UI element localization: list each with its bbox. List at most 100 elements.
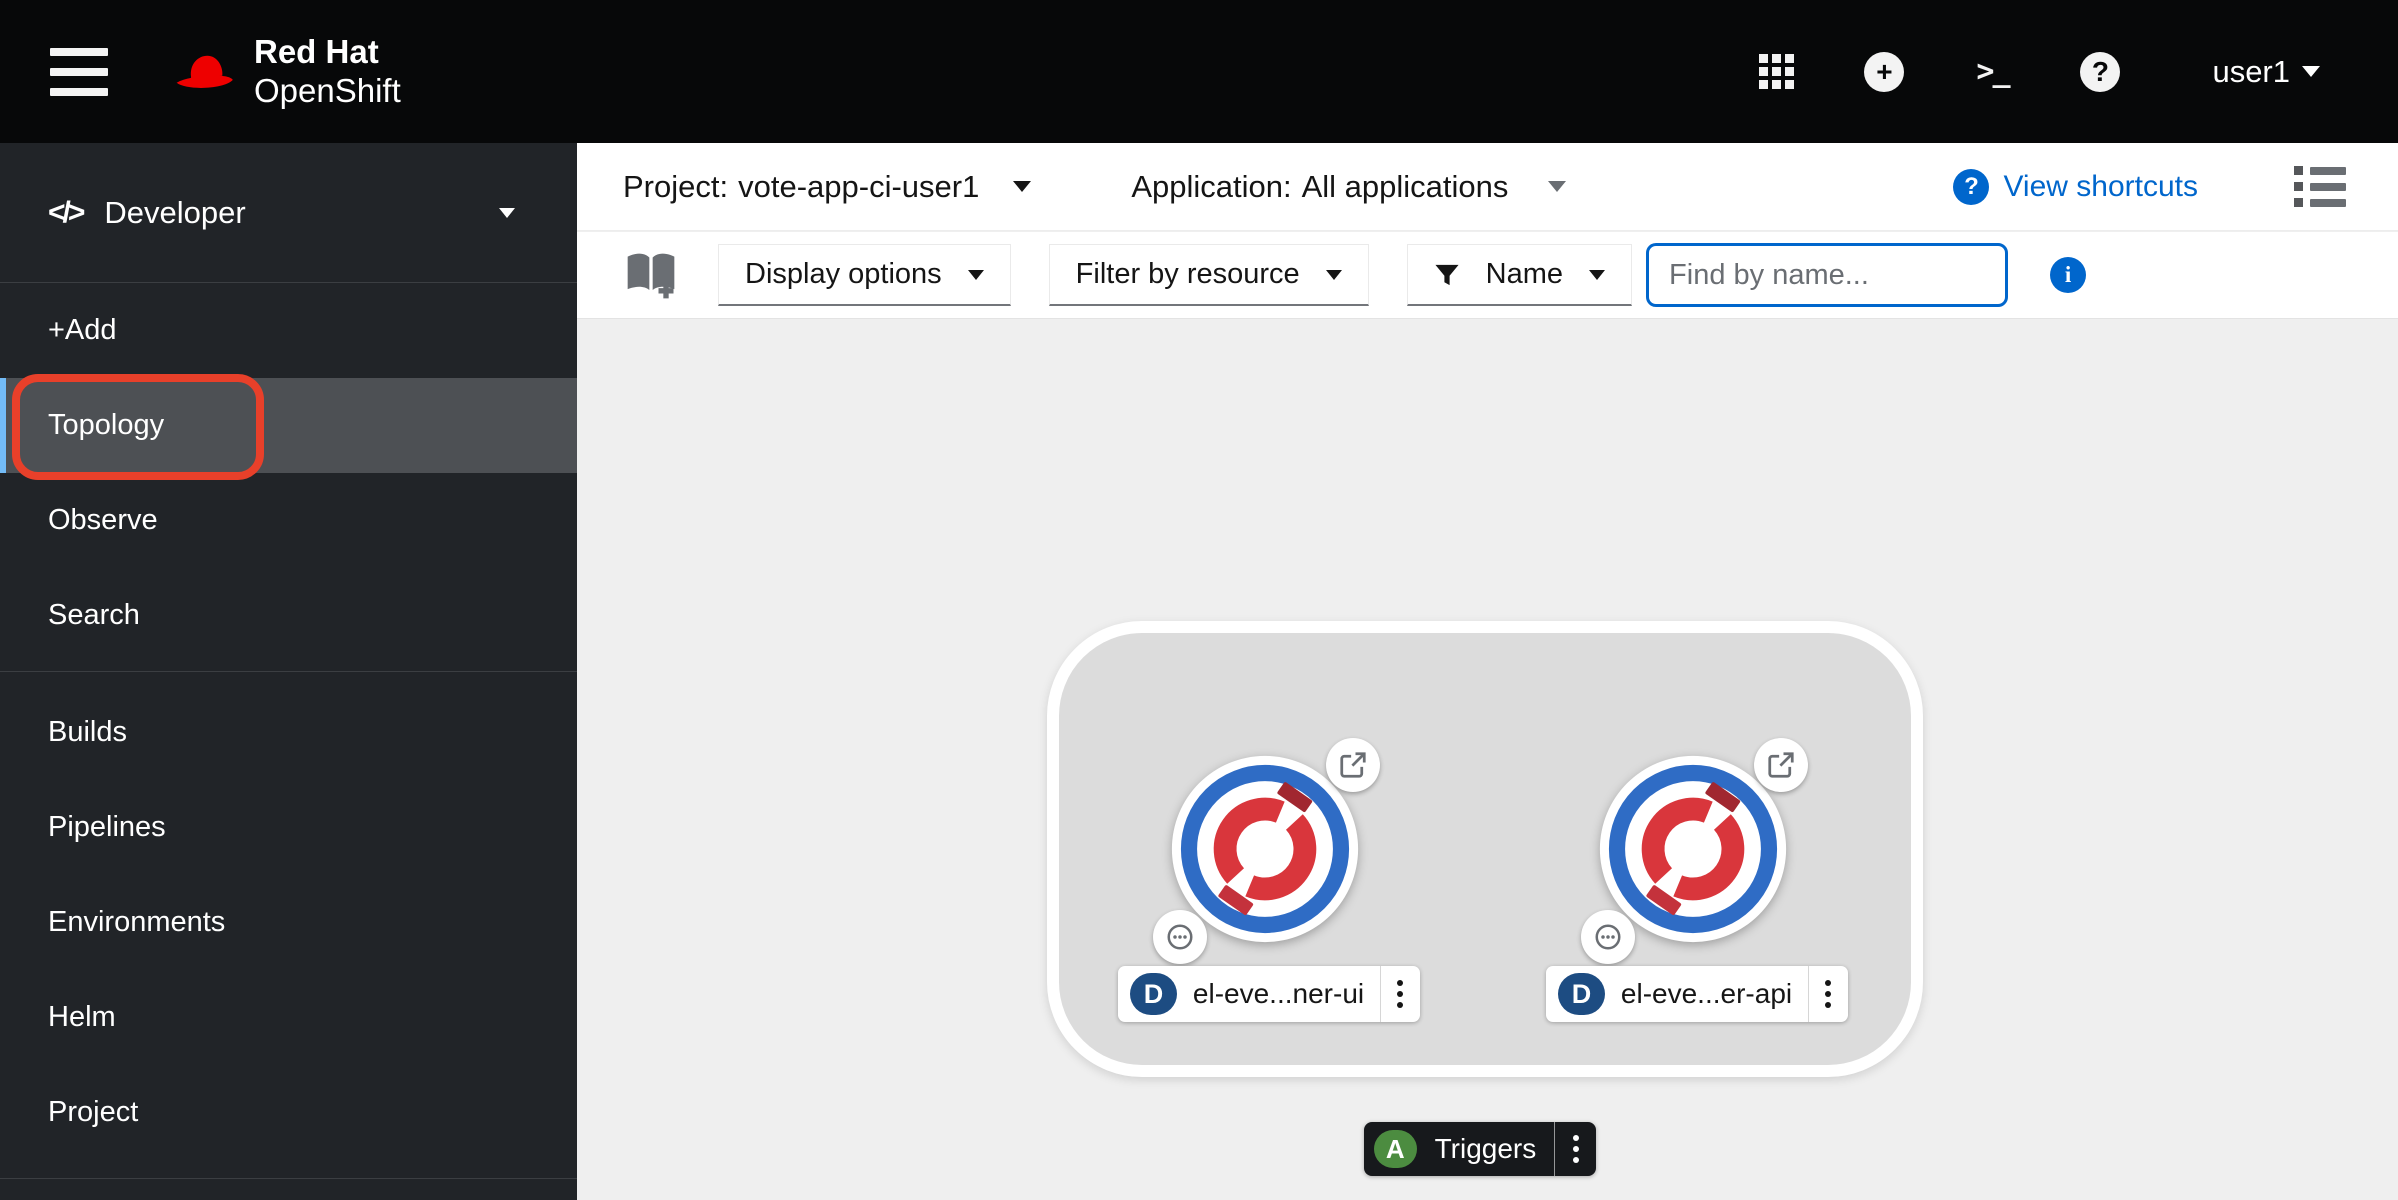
sidebar-nav-group-2: Builds Pipelines Environments Helm Proje…: [0, 685, 577, 1160]
project-dropdown[interactable]: Project: vote-app-ci-user1: [623, 168, 1032, 205]
kebab-menu[interactable]: [1555, 1135, 1596, 1163]
application-badge: A: [1374, 1130, 1417, 1168]
filter-funnel-icon: [1435, 264, 1459, 285]
terminal-icon: >_: [1976, 54, 2010, 89]
chevron-down-icon: [1589, 269, 1606, 280]
external-link-icon: [1768, 752, 1794, 778]
filter-type-dropdown[interactable]: Name: [1406, 244, 1633, 306]
application-dropdown[interactable]: Application: All applications: [1131, 168, 1567, 205]
user-menu[interactable]: user1: [2212, 54, 2320, 90]
sidebar-item-label: +Add: [48, 314, 117, 346]
external-link-icon: [1340, 752, 1366, 778]
masthead: Red Hat OpenShift + >_ ? user1: [0, 0, 2398, 143]
sidebar-item-label: Search: [48, 599, 140, 631]
add-circle-icon: +: [1864, 51, 1905, 92]
sidebar-item-label: Project: [48, 1096, 139, 1128]
sidebar-item-add[interactable]: +Add: [0, 283, 577, 378]
list-icon: [2294, 166, 2346, 175]
sidebar-item-label: Observe: [48, 504, 158, 536]
info-icon: i: [2050, 257, 2087, 293]
openshift-console: Red Hat OpenShift + >_ ? user1 </> Devel…: [0, 0, 2398, 1200]
project-value: vote-app-ci-user1: [738, 168, 980, 204]
sidebar-item-helm[interactable]: Helm: [0, 970, 577, 1065]
circled-ellipsis-icon: [1595, 924, 1621, 950]
kebab-menu[interactable]: [1381, 980, 1420, 1008]
open-url-decorator[interactable]: [1326, 738, 1380, 792]
context-bar: Project: vote-app-ci-user1 Application: …: [577, 143, 2398, 231]
sidebar-item-label: Builds: [48, 716, 127, 748]
developer-code-icon: </>: [48, 195, 85, 229]
apps-grid-icon: [1758, 54, 1794, 89]
topology-node-el-event-listener-ui[interactable]: D el-eve...ner-ui: [1118, 738, 1420, 1022]
application-group-label[interactable]: A Triggers: [1364, 1122, 1596, 1176]
node-name: el-eve...er-api: [1620, 978, 1793, 1009]
sidebar-divider: [0, 671, 577, 672]
sidebar: </> Developer +Add Topology Observe Sear…: [0, 143, 577, 1200]
brand-logo[interactable]: Red Hat OpenShift: [168, 33, 401, 110]
brand-name-bottom: OpenShift: [254, 71, 401, 109]
sidebar-item-label: Topology: [48, 409, 165, 441]
chevron-down-icon: [1325, 269, 1342, 280]
sidebar-item-topology[interactable]: Topology: [0, 378, 577, 473]
topology-node-el-event-listener-api[interactable]: D el-eve...er-api: [1546, 738, 1848, 1022]
masthead-actions: + >_ ? user1: [1752, 48, 2320, 96]
chevron-down-icon: [499, 207, 515, 218]
view-shortcuts-label: View shortcuts: [2003, 169, 2198, 203]
book-plus-icon: [627, 253, 675, 299]
application-value: All applications: [1301, 168, 1509, 204]
brand-name-top: Red Hat: [254, 32, 379, 70]
sidebar-item-label: Environments: [48, 906, 226, 938]
filter-by-resource-dropdown[interactable]: Filter by resource: [1048, 244, 1369, 306]
node-name: el-eve...ner-ui: [1192, 978, 1365, 1009]
circled-ellipsis-icon: [1167, 924, 1193, 950]
deployment-badge: D: [1558, 973, 1605, 1015]
application-group-name: Triggers: [1434, 1133, 1537, 1164]
nav-toggle-button[interactable]: [44, 42, 114, 102]
find-by-name-input[interactable]: [1646, 243, 2009, 307]
web-terminal-button[interactable]: >_: [1968, 48, 2016, 96]
brand-text: Red Hat OpenShift: [254, 33, 401, 110]
help-button[interactable]: ?: [2076, 48, 2124, 96]
chevron-down-icon: [1013, 181, 1032, 192]
display-options-dropdown[interactable]: Display options: [718, 244, 1011, 306]
perspective-switcher[interactable]: </> Developer: [0, 143, 577, 283]
username: user1: [2212, 53, 2290, 89]
display-options-label: Display options: [745, 258, 942, 290]
hamburger-icon: [50, 47, 108, 56]
topology-canvas[interactable]: D el-eve...ner-ui D el-eve...er-api A Tr…: [577, 319, 2398, 1200]
sidebar-item-observe[interactable]: Observe: [0, 473, 577, 568]
application-prefix: Application:: [1131, 168, 1292, 204]
topology-toolbar: Display options Filter by resource Name …: [577, 232, 2398, 319]
view-shortcuts-link[interactable]: ? View shortcuts: [1953, 168, 2198, 205]
help-icon: ?: [2080, 51, 2121, 92]
sidebar-item-search[interactable]: Search: [0, 568, 577, 663]
guided-tour-button[interactable]: [622, 250, 680, 300]
sidebar-divider: [0, 1178, 577, 1179]
deployment-badge: D: [1130, 973, 1177, 1015]
sidebar-item-label: Pipelines: [48, 811, 166, 843]
filter-by-resource-label: Filter by resource: [1075, 258, 1300, 290]
node-label[interactable]: D el-eve...er-api: [1546, 966, 1848, 1022]
perspective-label: Developer: [104, 194, 246, 230]
sidebar-item-builds[interactable]: Builds: [0, 685, 577, 780]
open-url-decorator[interactable]: [1754, 738, 1808, 792]
project-prefix: Project:: [623, 168, 729, 204]
redhat-fedora-icon: [176, 55, 233, 88]
monitoring-decorator[interactable]: [1581, 910, 1635, 964]
list-view-toggle-button[interactable]: [2294, 166, 2346, 207]
monitoring-decorator[interactable]: [1153, 910, 1207, 964]
quick-create-button[interactable]: +: [1860, 48, 1908, 96]
sidebar-item-project[interactable]: Project: [0, 1065, 577, 1160]
sidebar-item-label: Helm: [48, 1001, 116, 1033]
node-label[interactable]: D el-eve...ner-ui: [1118, 966, 1420, 1022]
filter-type-label: Name: [1485, 258, 1564, 290]
app-launcher-button[interactable]: [1752, 48, 1800, 96]
chevron-down-icon: [1548, 181, 1567, 192]
chevron-down-icon: [2302, 66, 2320, 77]
sidebar-item-environments[interactable]: Environments: [0, 875, 577, 970]
help-circle-icon: ?: [1953, 168, 1990, 205]
sidebar-nav-group-1: +Add Topology Observe Search: [0, 283, 577, 663]
sidebar-item-pipelines[interactable]: Pipelines: [0, 780, 577, 875]
kebab-menu[interactable]: [1809, 980, 1848, 1008]
chevron-down-icon: [967, 269, 984, 280]
